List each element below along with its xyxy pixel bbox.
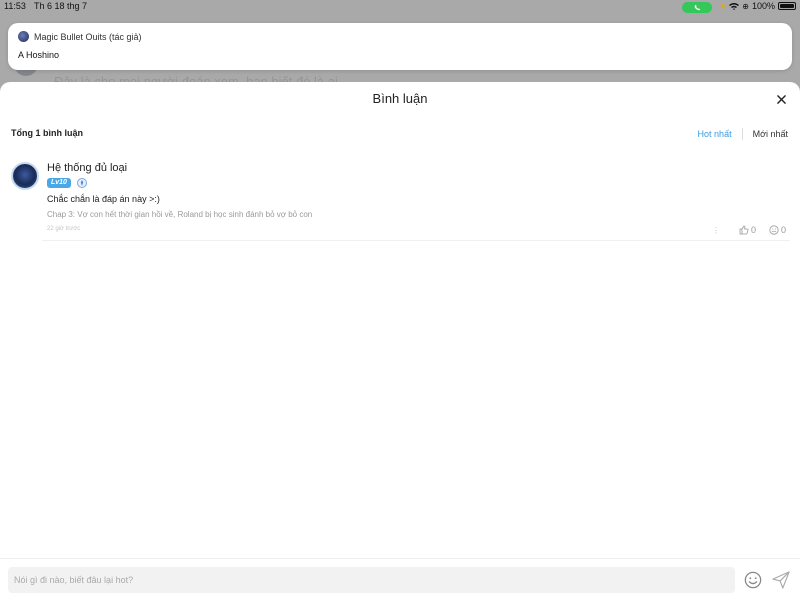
sort-divider: [741, 128, 743, 140]
comment-text: Chắc chắn là đáp án này >:): [47, 194, 160, 204]
battery-percent: 100%: [751, 1, 775, 11]
phone-icon: [694, 4, 700, 11]
status-date: Th 6 18 thg 7: [34, 1, 88, 11]
notification-body: A Hoshino: [18, 50, 60, 60]
notification-title: Magic Bullet Ouits (tác giả): [34, 32, 142, 42]
level-badge: Lv10: [47, 178, 71, 188]
status-time: 11:53: [4, 1, 26, 11]
sort-options: Hot nhất Mới nhất: [698, 128, 788, 140]
like-count: 0: [751, 225, 757, 235]
comment-item: Hệ thống đủ loại Lv10 Chắc chắn là đáp á…: [0, 154, 800, 242]
emoji-button[interactable]: [744, 571, 762, 589]
emoji-icon: [744, 571, 762, 589]
comment-input-bar: [0, 558, 800, 600]
thumbs-up-icon: [739, 225, 749, 235]
more-options-button[interactable]: ⋮: [712, 226, 720, 235]
close-icon: [776, 94, 786, 104]
status-right: ★ ⊕ 100%: [719, 1, 796, 11]
status-bar: 11:53 Th 6 18 thg 7 ★ ⊕ 100%: [0, 0, 800, 14]
comment-chapter[interactable]: Chap 3: Vợ con hết thời gian hồi về, Rol…: [47, 210, 312, 219]
sort-newest-tab[interactable]: Mới nhất: [753, 129, 788, 139]
comment-divider: [42, 240, 790, 241]
location-icon: ★: [719, 1, 727, 11]
commenter-avatar[interactable]: [11, 162, 39, 190]
battery-icon: [778, 2, 796, 10]
notification-avatar: [18, 31, 29, 42]
verified-icon: [80, 180, 84, 186]
send-button[interactable]: [772, 571, 790, 589]
notification-banner[interactable]: Magic Bullet Ouits (tác giả) A Hoshino: [8, 23, 792, 70]
comments-sheet: Bình luận Tổng 1 bình luận Hot nhất Mới …: [0, 82, 800, 600]
close-button[interactable]: [774, 92, 788, 106]
like-button[interactable]: 0: [739, 225, 756, 235]
more-icon: ⋮: [712, 226, 720, 235]
comment-input[interactable]: [8, 567, 735, 593]
comment-time: 22 giờ trước: [47, 226, 81, 232]
dislike-count: 0: [781, 225, 787, 235]
lock-rotation-icon: ⊕: [742, 1, 749, 11]
sheet-title: Bình luận: [372, 91, 428, 106]
active-call-pill[interactable]: [682, 2, 712, 13]
wifi-icon: [729, 3, 740, 10]
verified-badge: [77, 178, 87, 188]
thumbs-down-icon: [769, 225, 779, 235]
sort-hot-tab[interactable]: Hot nhất: [698, 129, 732, 139]
commenter-name[interactable]: Hệ thống đủ loại: [47, 162, 127, 174]
dislike-button[interactable]: 0: [769, 225, 786, 235]
comment-count: Tổng 1 bình luận: [11, 128, 83, 138]
send-icon: [772, 571, 790, 589]
